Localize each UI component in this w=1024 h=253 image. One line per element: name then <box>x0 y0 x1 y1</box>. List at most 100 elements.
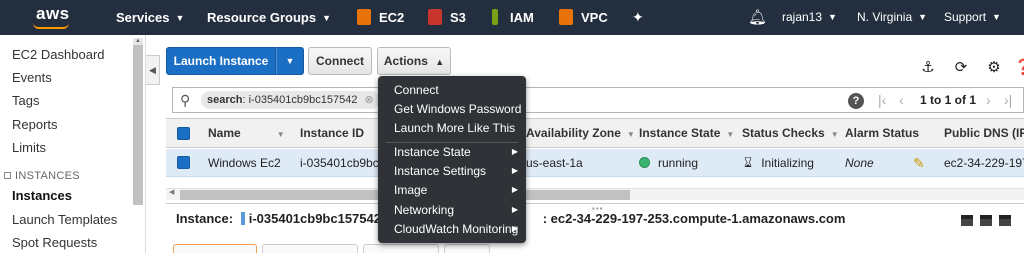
chevron-down-icon: ▼ <box>992 12 1001 22</box>
vpc-label: VPC <box>581 10 608 25</box>
sidebar-item-events[interactable]: Events <box>12 70 52 85</box>
services-label: Services <box>116 10 170 25</box>
sidebar-item-instances[interactable]: Instances <box>12 188 72 203</box>
scroll-left-icon[interactable]: ◀ <box>169 188 174 196</box>
layout-full-icon[interactable] <box>961 215 973 226</box>
details-public-dns: : ec2-34-229-197-253.compute-1.amazonaws… <box>542 211 846 226</box>
ec2-icon <box>357 9 371 25</box>
gear-icon[interactable]: ⚙ <box>986 60 1002 76</box>
sidebar-item-launch-templates[interactable]: Launch Templates <box>12 212 117 227</box>
sidebar-item-spot-requests[interactable]: Spot Requests <box>12 235 97 250</box>
chevron-right-icon: ▶ <box>511 185 518 194</box>
chevron-down-icon: ▼ <box>828 12 837 22</box>
tab-description[interactable] <box>173 244 257 253</box>
user-name: rajan13 <box>782 10 823 24</box>
column-header-public-dns[interactable]: Public DNS (IPv <box>944 119 1024 147</box>
sidebar-item-tags[interactable]: Tags <box>12 93 39 108</box>
sidebar-item-ec2-dashboard[interactable]: EC2 Dashboard <box>12 47 105 62</box>
select-all-checkbox[interactable] <box>177 127 190 140</box>
column-header-status-checks[interactable]: Status Checks ▼ <box>742 119 839 147</box>
menu-item-launch-more-like-this[interactable]: Launch More Like This <box>394 119 518 137</box>
menu-item-networking[interactable]: Networking ▶ <box>394 201 518 219</box>
column-header-name[interactable]: Name ▼ <box>208 119 285 147</box>
iam-shortcut[interactable]: IAM <box>492 0 534 35</box>
collapse-sidebar-button[interactable]: ◀ <box>146 55 160 85</box>
table-horizontal-scrollbar[interactable]: ◀ <box>166 188 1024 200</box>
menu-item-get-windows-password[interactable]: Get Windows Password <box>394 100 521 118</box>
prev-page-icon[interactable]: ‹ <box>899 87 904 113</box>
cell-public-dns: ec2-34-229-197- <box>944 156 1024 170</box>
top-nav-bar: aws Services ▼ Resource Groups ▼ EC2 S3 IA… <box>0 0 1024 35</box>
vpc-shortcut[interactable]: VPC <box>559 0 608 35</box>
iam-label: IAM <box>510 10 534 25</box>
search-chip-value: : i-035401cb9bc157542 <box>242 94 358 106</box>
sidebar-item-limits[interactable]: Limits <box>12 140 46 155</box>
search-chip-key: search <box>207 94 243 106</box>
region-name: N. Virginia <box>857 10 913 24</box>
ec2-label: EC2 <box>379 10 405 25</box>
cell-status-checks: ⌛︎ Initializing <box>744 155 814 170</box>
iam-icon <box>492 9 498 25</box>
create-alarm-icon[interactable]: ✎ <box>913 149 925 177</box>
sidebar-section-instances[interactable]: INSTANCES <box>4 170 80 182</box>
search-filter-bar[interactable]: ⚲ search: i-035401cb9bc157542 ⊗ <box>172 87 1024 113</box>
refresh-icon[interactable]: ⟳ <box>953 60 969 76</box>
resource-groups-menu[interactable]: Resource Groups ▼ <box>207 0 331 35</box>
aws-logo-smile <box>33 23 69 29</box>
row-checkbox[interactable] <box>177 156 190 169</box>
table-row[interactable]: Windows Ec2 i-035401cb9bc1 us-east-1a ru… <box>166 149 1024 177</box>
column-header-alarm-status[interactable]: Alarm Status <box>845 119 919 147</box>
chevron-right-icon: ▶ <box>511 147 518 156</box>
launch-instance-button[interactable]: Launch Instance <box>166 47 276 75</box>
close-icon[interactable]: ⊗ <box>365 94 374 106</box>
aws-logo[interactable]: aws <box>36 5 70 22</box>
flask-icon[interactable]: ⚓ <box>920 60 936 76</box>
s3-shortcut[interactable]: S3 <box>428 0 466 35</box>
support-menu[interactable]: Support ▼ <box>944 0 1001 35</box>
next-page-icon[interactable]: › <box>986 87 991 113</box>
tab-status-checks[interactable] <box>262 244 358 253</box>
menu-item-image[interactable]: Image ▶ <box>394 181 518 199</box>
column-header-instance-state[interactable]: Instance State ▼ <box>639 119 734 147</box>
layout-minimize-icon[interactable] <box>999 215 1011 226</box>
chevron-right-icon: ▶ <box>511 224 518 233</box>
first-page-icon[interactable]: |‹ <box>878 87 886 113</box>
tab-monitoring[interactable] <box>363 244 439 253</box>
menu-item-connect[interactable]: Connect <box>394 81 518 99</box>
menu-item-instance-state[interactable]: Instance State ▶ <box>394 143 518 161</box>
last-page-icon[interactable]: ›| <box>1004 87 1012 113</box>
layout-split-icon[interactable] <box>980 215 992 226</box>
help-circle-icon[interactable]: ? <box>848 87 864 113</box>
sidebar-scrollbar[interactable] <box>133 45 143 205</box>
connect-button[interactable]: Connect <box>308 47 372 75</box>
chevron-up-icon: ▲ <box>435 57 445 67</box>
cell-instance-id: i-035401cb9bc1 <box>300 156 386 170</box>
launch-instance-dropdown[interactable]: ▼ <box>276 47 304 75</box>
bell-icon[interactable]: 🔔︎ <box>748 0 767 35</box>
pin-icon[interactable]: ✦ <box>632 0 644 35</box>
actions-button[interactable]: Actions ▲ <box>377 47 451 75</box>
sidebar-item-reports[interactable]: Reports <box>12 117 58 132</box>
vpc-icon <box>559 9 573 25</box>
instance-color-tag <box>240 212 245 225</box>
column-header-availability-zone[interactable]: Availability Zone ▼ <box>526 119 635 147</box>
pagination-text: 1 to 1 of 1 <box>920 93 977 107</box>
menu-item-cloudwatch-monitoring[interactable]: CloudWatch Monitoring ▶ <box>394 220 518 238</box>
s3-icon <box>428 9 442 25</box>
ec2-shortcut[interactable]: EC2 <box>357 0 404 35</box>
chevron-right-icon: ▶ <box>511 205 518 214</box>
cell-name: Windows Ec2 <box>208 156 281 170</box>
cell-instance-state: running <box>639 149 698 177</box>
help-icon[interactable]: ❓ <box>1014 60 1024 76</box>
collapse-icon <box>4 172 11 179</box>
tab-tags[interactable] <box>444 244 490 253</box>
search-filter-chip[interactable]: search: i-035401cb9bc157542 ⊗ <box>201 91 380 109</box>
resource-groups-label: Resource Groups <box>207 10 317 25</box>
user-menu[interactable]: rajan13 ▼ <box>782 0 837 35</box>
region-menu[interactable]: N. Virginia ▼ <box>857 0 927 35</box>
services-menu[interactable]: Services ▼ <box>116 0 184 35</box>
column-header-instance-id[interactable]: Instance ID <box>300 119 364 147</box>
menu-item-instance-settings[interactable]: Instance Settings ▶ <box>394 162 518 180</box>
chevron-down-icon: ▼ <box>175 13 185 23</box>
chevron-down-icon: ▼ <box>918 12 928 22</box>
